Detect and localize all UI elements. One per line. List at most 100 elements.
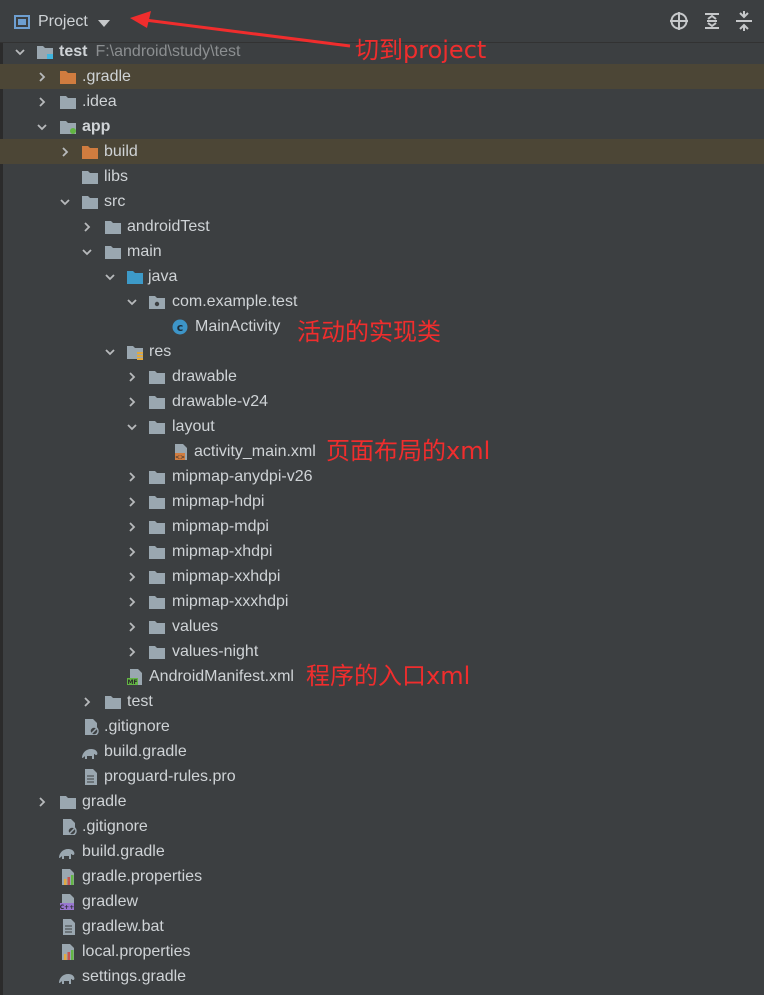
chevron-right-icon[interactable] [126,621,138,633]
chevron-right-icon[interactable] [59,146,71,158]
chevron-right-icon[interactable] [126,371,138,383]
tree-row-drawable-v24[interactable]: drawable-v24 [0,389,764,414]
folder-icon [149,571,165,584]
annotation-arrow-icon [130,11,351,48]
tree-row-layout[interactable]: layout [0,414,764,439]
chevron-right-icon[interactable] [126,496,138,508]
tree-label: drawable [172,368,237,385]
chevron-down-icon[interactable] [104,271,116,283]
chevron-right-icon[interactable] [36,71,48,83]
tree-label: layout [172,418,215,435]
tree-row-mipmap-anydpi[interactable]: mipmap-anydpi-v26 [0,464,764,489]
tree-label: drawable-v24 [172,393,269,410]
tree-row-gradle-folder[interactable]: gradle [0,789,764,814]
tree-row-values-night[interactable]: values-night [0,639,764,664]
tree-label: build [104,143,138,160]
chevron-right-icon[interactable] [81,221,93,233]
tree-row-libs[interactable]: libs [0,164,764,189]
tree-row-app[interactable]: app [0,114,764,139]
collapse-all-icon[interactable] [734,11,754,31]
tree-row-app-build-gradle[interactable]: build.gradle [0,739,764,764]
tree-label: .idea [82,93,117,110]
chevron-down-icon[interactable] [104,346,116,358]
tree-label: mipmap-anydpi-v26 [172,468,313,485]
tree-row-root-build-gradle[interactable]: build.gradle [0,839,764,864]
module-folder-icon [37,46,53,59]
tree-label: values-night [172,643,259,660]
chevron-down-icon[interactable] [126,421,138,433]
folder-icon [82,171,98,184]
tree-row-build[interactable]: build [0,139,764,164]
chevron-down-icon[interactable] [36,121,48,133]
chevron-right-icon[interactable] [126,646,138,658]
chevron-right-icon[interactable] [126,596,138,608]
project-pane-icon [14,15,30,29]
tree-row-gradle-dir[interactable]: .gradle [0,64,764,89]
folder-icon [149,646,165,659]
xml-file-icon: <> [175,444,187,460]
view-selector[interactable]: Project [14,11,110,33]
tree-row-mipmap-xxxhdpi[interactable]: mipmap-xxxhdpi [0,589,764,614]
tree-label: res [149,343,172,360]
tree-label: MainActivity [195,318,281,335]
tree-label: .gradle [82,68,131,85]
chevron-right-icon[interactable] [126,521,138,533]
folder-icon [149,521,165,534]
tree-row-gradlew-bat[interactable]: gradlew.bat [0,914,764,939]
tree-row-local-properties[interactable]: local.properties [0,939,764,964]
chevron-down-icon[interactable] [126,296,138,308]
chevron-right-icon[interactable] [36,96,48,108]
annotation-layout: 页面布局的xml [326,437,491,465]
tree-row-mipmap-xhdpi[interactable]: mipmap-xhdpi [0,539,764,564]
annotation-switch-project: 切到project [355,36,487,64]
tree-row-root-gitignore[interactable]: .gitignore [0,814,764,839]
tree-row-src[interactable]: src [0,189,764,214]
folder-icon [149,471,165,484]
tree-row-mipmap-xxhdpi[interactable]: mipmap-xxhdpi [0,564,764,589]
tree-label: build.gradle [82,843,165,860]
tree-row-androidtest[interactable]: androidTest [0,214,764,239]
tree-row-mipmap-mdpi[interactable]: mipmap-mdpi [0,514,764,539]
tree-label: AndroidManifest.xml [149,668,294,685]
tree-label: java [148,268,178,285]
chevron-right-icon[interactable] [81,696,93,708]
tree-label: com.example.test [172,293,298,310]
tree-label: src [104,193,126,210]
chevron-right-icon[interactable] [126,471,138,483]
chevron-down-icon[interactable] [14,46,26,58]
chevron-right-icon[interactable] [126,571,138,583]
tree-row-values[interactable]: values [0,614,764,639]
folder-icon [149,371,165,384]
tree-row-main[interactable]: main [0,239,764,264]
tree-row-test-src[interactable]: test [0,689,764,714]
chevron-down-icon[interactable] [81,246,93,258]
tree-row-drawable[interactable]: drawable [0,364,764,389]
manifest-file-icon: MF [127,669,142,685]
tree-row-package[interactable]: com.example.test [0,289,764,314]
folder-icon [60,796,76,809]
tree-row-proguard[interactable]: proguard-rules.pro [0,764,764,789]
folder-icon [149,496,165,509]
tree-label: libs [104,168,129,185]
tree-row-gradle-properties[interactable]: gradle.properties [0,864,764,889]
tree-label: androidTest [127,218,210,235]
tree-row-app-gitignore[interactable]: .gitignore [0,714,764,739]
package-icon [149,296,165,309]
tree-label: .gitignore [82,818,148,835]
chevron-right-icon[interactable] [126,396,138,408]
expand-all-icon[interactable] [702,11,722,31]
tree-row-idea[interactable]: .idea [0,89,764,114]
tree-row-settings-gradle[interactable]: settings.gradle [0,964,764,989]
tree-row-java[interactable]: java [0,264,764,289]
properties-file-icon [62,944,74,960]
chevron-right-icon[interactable] [126,546,138,558]
tree-label: mipmap-hdpi [172,493,265,510]
tree-row-gradlew[interactable]: C++ gradlew [0,889,764,914]
gradle-file-icon [59,849,75,859]
tree-label: main [127,243,162,260]
chevron-down-icon[interactable] [59,196,71,208]
chevron-right-icon[interactable] [36,796,48,808]
svg-text:<>: <> [175,454,185,460]
tree-row-mipmap-hdpi[interactable]: mipmap-hdpi [0,489,764,514]
locate-icon[interactable] [669,11,689,31]
